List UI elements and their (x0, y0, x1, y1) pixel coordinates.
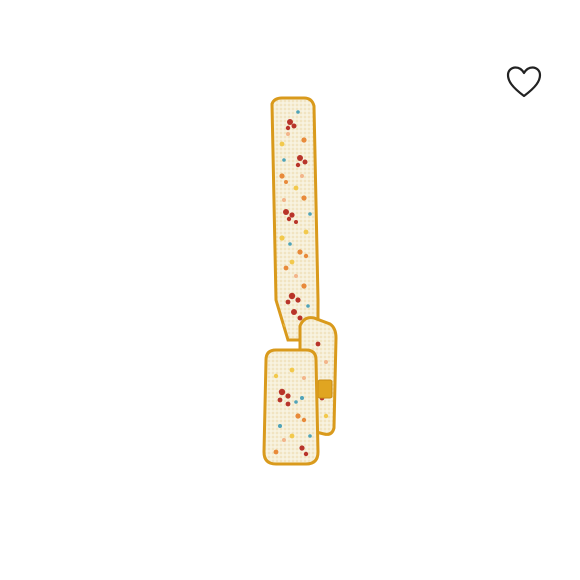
heart-outline-icon (506, 66, 542, 98)
wishlist-heart-button[interactable] (502, 62, 546, 102)
bag-body (262, 348, 320, 466)
bag-strap (270, 96, 320, 342)
product-image-screen (0, 0, 580, 580)
product-photo[interactable] (0, 0, 580, 580)
